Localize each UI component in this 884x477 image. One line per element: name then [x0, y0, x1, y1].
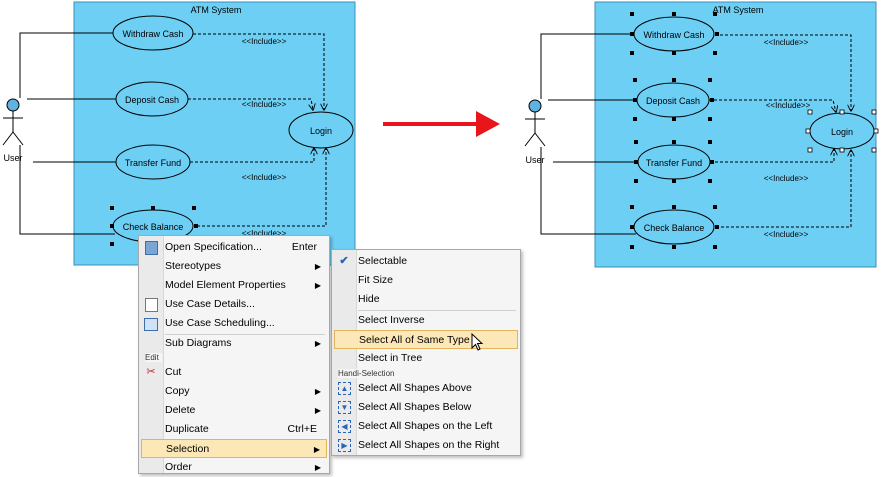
- system-title: ATM System: [191, 5, 242, 15]
- submenu-item-select-left[interactable]: ◀ Select All Shapes on the Left: [334, 417, 518, 436]
- use-case-withdraw[interactable]: Withdraw Cash: [633, 16, 715, 52]
- submenu-arrow-icon: ▶: [313, 445, 320, 454]
- menu-item-stereotypes[interactable]: Stereotypes ▶: [141, 257, 327, 276]
- submenu-arrow-icon: ▶: [314, 281, 321, 290]
- include-label: <<Include>>: [766, 101, 811, 110]
- use-case-login[interactable]: Login: [288, 111, 354, 149]
- specification-icon: [145, 241, 158, 255]
- svg-text:Check Balance: Check Balance: [644, 223, 705, 233]
- svg-text:Transfer Fund: Transfer Fund: [646, 158, 702, 168]
- mouse-cursor-icon: [471, 333, 484, 351]
- before-diagram: ATM System User <<Include>> <<Include>> …: [2, 1, 356, 266]
- svg-text:Check Balance: Check Balance: [123, 222, 184, 232]
- submenu-item-selectable[interactable]: ✔ Selectable: [334, 252, 518, 271]
- include-label: <<Include>>: [764, 230, 809, 239]
- submenu-arrow-icon: ▶: [314, 406, 321, 415]
- submenu-item-select-above[interactable]: ▲ Select All Shapes Above: [334, 379, 518, 398]
- menu-item-open-specification[interactable]: Open Specification... Enter: [141, 238, 327, 257]
- actor-label: User: [525, 155, 544, 165]
- menu-item-cut[interactable]: ✂ Cut: [141, 363, 327, 382]
- submenu-item-select-below[interactable]: ▼ Select All Shapes Below: [334, 398, 518, 417]
- scheduling-icon: [144, 318, 158, 331]
- system-title: ATM System: [713, 5, 764, 15]
- use-case-details-icon: [145, 298, 158, 312]
- submenu-arrow-icon: ▶: [314, 262, 321, 271]
- user-actor[interactable]: [2, 98, 24, 146]
- menu-item-delete[interactable]: Delete ▶: [141, 401, 327, 420]
- use-case-login[interactable]: Login: [809, 112, 875, 150]
- submenu-item-select-in-tree[interactable]: Select in Tree: [334, 349, 518, 368]
- svg-text:Login: Login: [831, 127, 853, 137]
- include-label: <<Include>>: [764, 174, 809, 183]
- include-label: <<Include>>: [242, 173, 287, 182]
- submenu-arrow-icon: ▶: [314, 339, 321, 348]
- include-label: <<Include>>: [242, 100, 287, 109]
- checkmark-icon: ✔: [339, 255, 349, 267]
- select-right-icon: ▶: [338, 439, 351, 452]
- use-case-transfer[interactable]: Transfer Fund: [115, 144, 191, 180]
- edit-group-header: Edit: [145, 352, 325, 363]
- include-label: <<Include>>: [242, 37, 287, 46]
- use-case-deposit[interactable]: Deposit Cash: [636, 82, 710, 118]
- scissors-icon: ✂: [146, 366, 156, 378]
- transition-arrow-icon: [383, 111, 500, 137]
- select-left-icon: ◀: [338, 420, 351, 433]
- menu-item-sub-diagrams[interactable]: Sub Diagrams ▶: [141, 334, 327, 353]
- handi-selection-group-header: Handi-Selection: [338, 368, 516, 379]
- svg-text:Deposit Cash: Deposit Cash: [125, 95, 179, 105]
- submenu-item-select-inverse[interactable]: Select Inverse: [334, 311, 518, 330]
- user-actor[interactable]: [524, 99, 546, 147]
- include-label: <<Include>>: [764, 38, 809, 47]
- menu-item-model-element-properties[interactable]: Model Element Properties ▶: [141, 276, 327, 295]
- submenu-item-select-right[interactable]: ▶ Select All Shapes on the Right: [334, 436, 518, 455]
- select-above-icon: ▲: [338, 382, 351, 395]
- svg-text:Withdraw Cash: Withdraw Cash: [643, 30, 704, 40]
- svg-text:Transfer Fund: Transfer Fund: [125, 158, 181, 168]
- after-diagram: ATM System User <<Include>> <<Include>> …: [524, 1, 879, 268]
- context-menu: Open Specification... Enter Stereotypes …: [138, 235, 330, 474]
- select-below-icon: ▼: [338, 401, 351, 414]
- submenu-arrow-icon: ▶: [314, 463, 321, 472]
- submenu-item-hide[interactable]: Hide: [334, 290, 518, 309]
- svg-text:Login: Login: [310, 126, 332, 136]
- menu-item-use-case-scheduling[interactable]: Use Case Scheduling...: [141, 314, 327, 333]
- svg-text:Withdraw Cash: Withdraw Cash: [122, 29, 183, 39]
- use-case-check-balance[interactable]: Check Balance: [633, 209, 715, 245]
- submenu-arrow-icon: ▶: [314, 387, 321, 396]
- menu-item-duplicate[interactable]: Duplicate Ctrl+E: [141, 420, 327, 439]
- menu-item-selection[interactable]: Selection ▶: [141, 439, 327, 458]
- submenu-item-select-all-same-type[interactable]: Select All of Same Type: [334, 330, 518, 349]
- svg-text:Deposit Cash: Deposit Cash: [646, 96, 700, 106]
- menu-item-use-case-details[interactable]: Use Case Details...: [141, 295, 327, 314]
- menu-item-order[interactable]: Order ▶: [141, 458, 327, 477]
- menu-item-copy[interactable]: Copy ▶: [141, 382, 327, 401]
- use-case-transfer[interactable]: Transfer Fund: [637, 144, 711, 180]
- selection-submenu: ✔ Selectable Fit Size Hide Select Invers…: [331, 249, 521, 456]
- submenu-item-fit-size[interactable]: Fit Size: [334, 271, 518, 290]
- use-case-deposit[interactable]: Deposit Cash: [115, 81, 189, 117]
- use-case-withdraw[interactable]: Withdraw Cash: [112, 15, 194, 51]
